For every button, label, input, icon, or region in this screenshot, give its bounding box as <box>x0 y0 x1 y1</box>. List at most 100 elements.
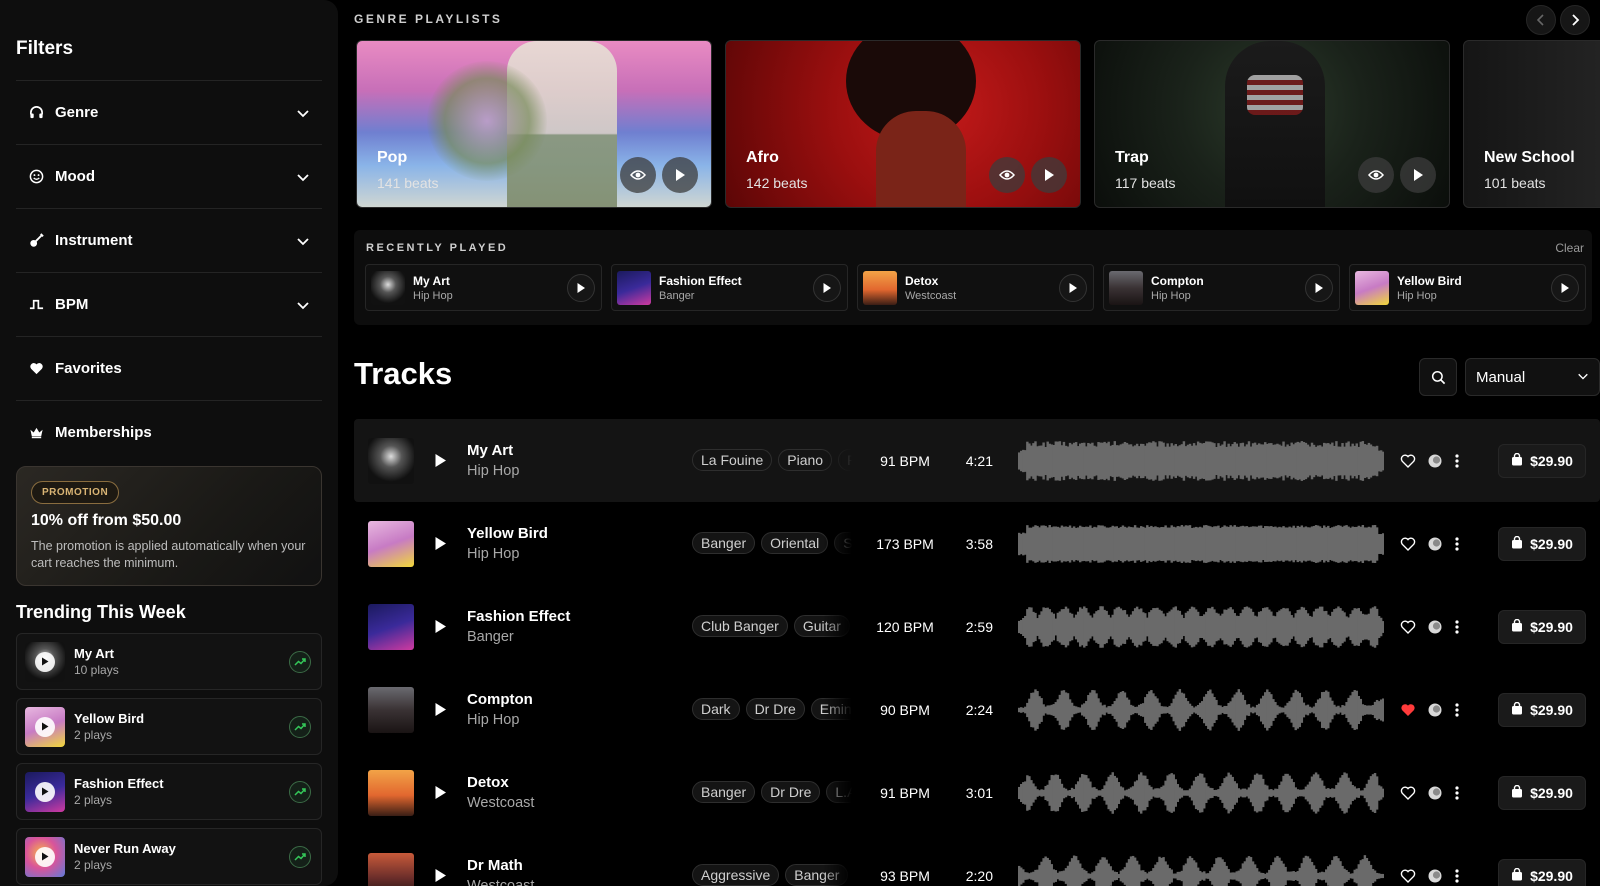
genre-card-afro[interactable]: Afro 142 beats <box>725 40 1081 208</box>
track-row[interactable]: Fashion Effect Banger Club Banger Guitar … <box>354 585 1600 668</box>
heart-icon[interactable] <box>1400 868 1416 884</box>
search-button[interactable] <box>1419 358 1457 396</box>
filter-bpm[interactable]: BPM <box>16 272 322 336</box>
disc-icon[interactable] <box>1427 619 1443 635</box>
track-tag[interactable]: La Fouine <box>692 448 773 471</box>
buy-button[interactable]: $29.90 <box>1498 858 1586 886</box>
play-icon[interactable] <box>434 868 448 884</box>
eye-icon[interactable] <box>620 157 656 193</box>
genre-card-new-school[interactable]: New School 101 beats <box>1463 40 1600 208</box>
play-button[interactable] <box>813 273 841 302</box>
buy-button[interactable]: $29.90 <box>1498 526 1586 561</box>
track-name[interactable]: Detox <box>467 774 534 791</box>
eye-icon[interactable] <box>989 157 1025 193</box>
track-tag[interactable]: L.A. <box>826 780 852 803</box>
track-tag[interactable]: Aggressive <box>692 863 780 886</box>
track-name[interactable]: Yellow Bird <box>467 525 548 542</box>
disc-icon[interactable] <box>1427 785 1443 801</box>
disc-icon[interactable] <box>1427 868 1443 884</box>
recent-item[interactable]: Fashion Effect Banger <box>611 264 848 311</box>
buy-button[interactable]: $29.90 <box>1498 443 1586 478</box>
recent-item[interactable]: Detox Westcoast <box>857 264 1094 311</box>
track-tag[interactable]: Piano <box>778 448 833 471</box>
track-name[interactable]: My Art <box>467 442 519 459</box>
play-icon[interactable] <box>1031 157 1067 193</box>
sidebar-link-favorites[interactable]: Favorites <box>16 336 322 400</box>
waveform[interactable] <box>1018 522 1384 566</box>
heart-icon[interactable] <box>1400 619 1416 635</box>
track-tag[interactable]: Dark <box>692 697 740 720</box>
trending-item[interactable]: My Art 10 plays <box>16 633 322 690</box>
heart-icon[interactable] <box>1400 785 1416 801</box>
buy-button[interactable]: $29.90 <box>1498 692 1586 727</box>
play-button[interactable] <box>1551 273 1579 302</box>
more-options-icon[interactable] <box>1455 453 1465 469</box>
play-icon[interactable] <box>662 157 698 193</box>
track-row[interactable]: Compton Hip Hop DarkDr DreEmine 90 BPM 2… <box>354 668 1600 751</box>
clear-recent-button[interactable]: Clear <box>1555 241 1584 255</box>
track-tag[interactable]: Banger <box>785 863 849 886</box>
track-name[interactable]: Dr Math <box>467 857 534 874</box>
play-icon[interactable] <box>35 781 55 802</box>
track-tag[interactable]: Banger <box>692 531 756 554</box>
track-tag[interactable]: Guitar <box>793 614 850 637</box>
recent-item[interactable]: Compton Hip Hop <box>1103 264 1340 311</box>
play-icon[interactable] <box>35 716 55 737</box>
disc-icon[interactable] <box>1427 536 1443 552</box>
eye-icon[interactable] <box>1358 157 1394 193</box>
trending-item[interactable]: Yellow Bird 2 plays <box>16 698 322 755</box>
recent-item[interactable]: My Art Hip Hop <box>365 264 602 311</box>
track-tag[interactable]: Emine <box>810 697 852 720</box>
disc-icon[interactable] <box>1427 453 1443 469</box>
waveform[interactable] <box>1018 439 1384 483</box>
play-icon[interactable] <box>434 619 448 635</box>
track-tag[interactable]: Sa <box>834 531 852 554</box>
waveform[interactable] <box>1018 605 1384 649</box>
play-button[interactable] <box>567 273 595 302</box>
heart-icon[interactable] <box>1400 702 1416 718</box>
carousel-next-button[interactable] <box>1560 5 1590 35</box>
track-row[interactable]: Dr Math Westcoast Aggressive Banger 93 BP… <box>354 834 1600 886</box>
track-tag[interactable]: Dr Dre <box>745 697 805 720</box>
more-options-icon[interactable] <box>1455 536 1465 552</box>
recent-item[interactable]: Yellow Bird Hip Hop <box>1349 264 1586 311</box>
play-button[interactable] <box>1305 273 1333 302</box>
more-options-icon[interactable] <box>1455 702 1465 718</box>
waveform[interactable] <box>1018 688 1384 732</box>
track-name[interactable]: Compton <box>467 691 533 708</box>
filter-genre[interactable]: Genre <box>16 80 322 144</box>
track-tag[interactable]: Club Banger <box>692 614 788 637</box>
play-icon[interactable] <box>434 453 448 469</box>
genre-card-pop[interactable]: Pop 141 beats <box>356 40 712 208</box>
track-name[interactable]: Fashion Effect <box>467 608 570 625</box>
buy-button[interactable]: $29.90 <box>1498 775 1586 810</box>
trending-item[interactable]: Fashion Effect 2 plays <box>16 763 322 820</box>
track-row[interactable]: Yellow Bird Hip Hop BangerOrientalSa 173… <box>354 502 1600 585</box>
heart-icon[interactable] <box>1400 453 1416 469</box>
track-tag[interactable]: Dr Dre <box>761 780 821 803</box>
filter-instrument[interactable]: Instrument <box>16 208 322 272</box>
play-icon[interactable] <box>434 785 448 801</box>
play-icon[interactable] <box>35 846 55 867</box>
track-tag[interactable]: Ry <box>838 448 852 471</box>
track-row[interactable]: My Art Hip Hop La FouinePianoRy 91 BPM 4… <box>354 419 1600 502</box>
play-button[interactable] <box>1059 273 1087 302</box>
track-tag[interactable]: Oriental <box>761 531 829 554</box>
waveform[interactable] <box>1018 771 1384 815</box>
genre-card-trap[interactable]: Trap 117 beats <box>1094 40 1450 208</box>
more-options-icon[interactable] <box>1455 868 1465 884</box>
trending-item[interactable]: Never Run Away 2 plays <box>16 828 322 885</box>
sort-select[interactable]: Manual <box>1465 358 1600 396</box>
play-icon[interactable] <box>35 651 55 672</box>
filter-mood[interactable]: Mood <box>16 144 322 208</box>
disc-icon[interactable] <box>1427 702 1443 718</box>
more-options-icon[interactable] <box>1455 619 1465 635</box>
track-row[interactable]: Detox Westcoast BangerDr DreL.A. 91 BPM … <box>354 751 1600 834</box>
carousel-prev-button[interactable] <box>1526 5 1556 35</box>
play-icon[interactable] <box>1400 157 1436 193</box>
play-icon[interactable] <box>434 536 448 552</box>
sidebar-link-memberships[interactable]: Memberships <box>16 400 322 464</box>
play-icon[interactable] <box>434 702 448 718</box>
track-tag[interactable]: Banger <box>692 780 756 803</box>
waveform[interactable] <box>1018 854 1384 886</box>
